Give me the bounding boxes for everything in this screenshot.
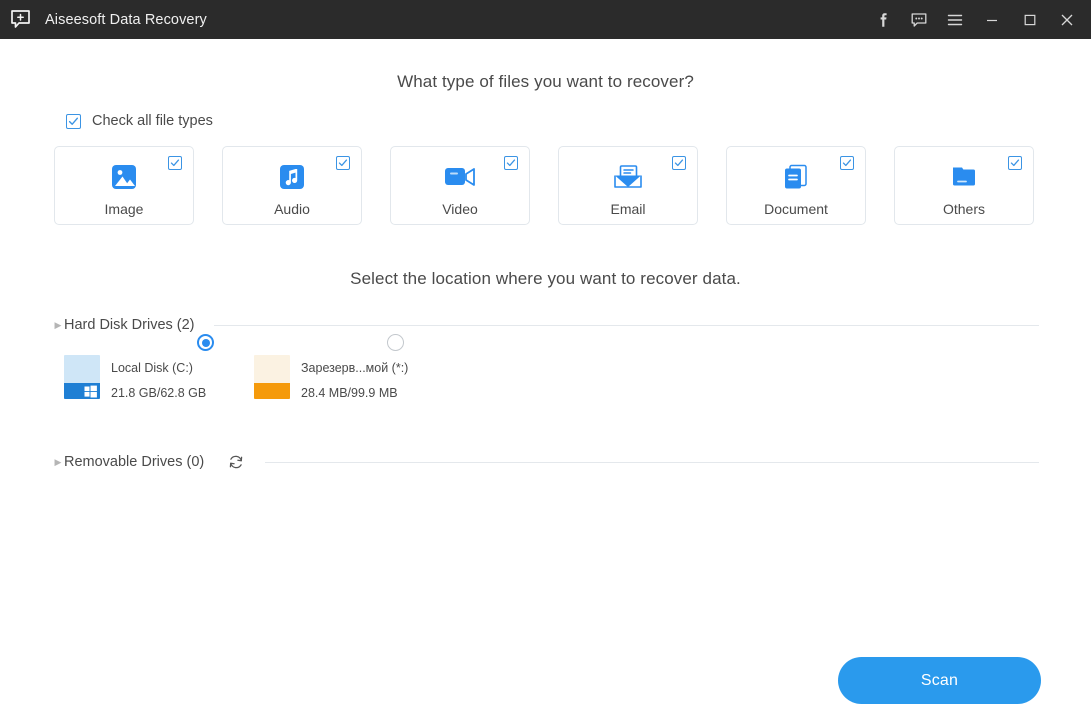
email-label: Email — [610, 201, 646, 217]
section-caret-icon[interactable]: ▶ — [52, 320, 64, 331]
image-checkbox[interactable] — [168, 156, 182, 170]
video-label: Video — [442, 201, 478, 217]
minimize-icon[interactable] — [973, 0, 1011, 39]
facebook-icon[interactable] — [865, 0, 901, 39]
document-label: Document — [764, 201, 828, 217]
scan-button[interactable]: Scan — [838, 657, 1041, 704]
file-type-card-video[interactable]: Video — [390, 146, 530, 225]
file-type-card-document[interactable]: Document — [726, 146, 866, 225]
windows-drive-icon — [64, 355, 100, 399]
email-checkbox[interactable] — [672, 156, 686, 170]
drive-size: 21.8 GB/62.8 GB — [111, 386, 207, 400]
file-type-cards: Image Audio Video Email Document Others — [54, 146, 1091, 225]
drive-meta: Local Disk (C:) 21.8 GB/62.8 GB — [111, 355, 206, 400]
hard-disk-drives-title: Hard Disk Drives (2) — [64, 317, 195, 333]
chat-bubble-icon[interactable] — [901, 0, 937, 39]
document-checkbox[interactable] — [840, 156, 854, 170]
hamburger-menu-icon[interactable] — [937, 0, 973, 39]
others-label: Others — [942, 201, 985, 217]
app-plus-bubble-icon — [9, 9, 31, 31]
main-content: What type of files you want to recover? … — [0, 39, 1091, 726]
check-all-checkbox[interactable] — [66, 113, 81, 129]
removable-drives-section-header: ▶ Removable Drives (0) — [0, 452, 1091, 472]
audio-icon — [277, 160, 307, 193]
drive-icon — [254, 355, 290, 399]
maximize-icon[interactable] — [1011, 0, 1049, 39]
close-icon[interactable] — [1049, 0, 1091, 39]
drive-name: Зарезерв...мой (*:) — [301, 361, 409, 375]
video-checkbox[interactable] — [504, 156, 518, 170]
drive-meta: Зарезерв...мой (*:) 28.4 MB/99.9 MB — [301, 355, 408, 400]
app-title: Aiseesoft Data Recovery — [45, 11, 207, 28]
others-checkbox[interactable] — [1008, 156, 1022, 170]
drive-item-local-disk-c[interactable]: Local Disk (C:) 21.8 GB/62.8 GB — [64, 334, 254, 400]
location-heading: Select the location where you want to re… — [350, 269, 741, 288]
title-bar-controls — [865, 0, 1091, 39]
video-icon — [443, 160, 477, 193]
folder-icon — [949, 160, 979, 193]
email-icon — [612, 160, 644, 193]
drive-radio-local-disk-c[interactable] — [197, 334, 214, 351]
title-bar: Aiseesoft Data Recovery — [0, 0, 1091, 39]
audio-checkbox[interactable] — [336, 156, 350, 170]
file-type-card-email[interactable]: Email — [558, 146, 698, 225]
filetypes-heading: What type of files you want to recover? — [397, 72, 694, 91]
section-divider — [213, 324, 1039, 326]
file-type-card-audio[interactable]: Audio — [222, 146, 362, 225]
image-icon — [109, 160, 139, 193]
hard-disk-drives-section-header: ▶ Hard Disk Drives (2) — [0, 317, 1091, 333]
check-all-label: Check all file types — [92, 113, 213, 129]
image-label: Image — [104, 201, 144, 217]
removable-drives-title: Removable Drives (0) — [64, 454, 205, 470]
hard-disk-drives-list: Local Disk (C:) 21.8 GB/62.8 GB Зарезерв… — [64, 334, 1091, 400]
drive-item-reserved[interactable]: Зарезерв...мой (*:) 28.4 MB/99.9 MB — [254, 334, 444, 400]
section-caret-icon[interactable]: ▶ — [52, 457, 64, 468]
drive-size: 28.4 MB/99.9 MB — [301, 386, 398, 400]
section-divider — [265, 461, 1039, 463]
file-type-card-image[interactable]: Image — [54, 146, 194, 225]
file-type-card-others[interactable]: Others — [894, 146, 1034, 225]
check-all-file-types[interactable]: Check all file types — [66, 113, 1091, 129]
drive-name: Local Disk (C:) — [111, 361, 193, 375]
drive-radio-reserved[interactable] — [387, 334, 404, 351]
document-icon — [781, 160, 811, 193]
audio-label: Audio — [274, 201, 310, 217]
refresh-icon[interactable] — [226, 452, 246, 472]
